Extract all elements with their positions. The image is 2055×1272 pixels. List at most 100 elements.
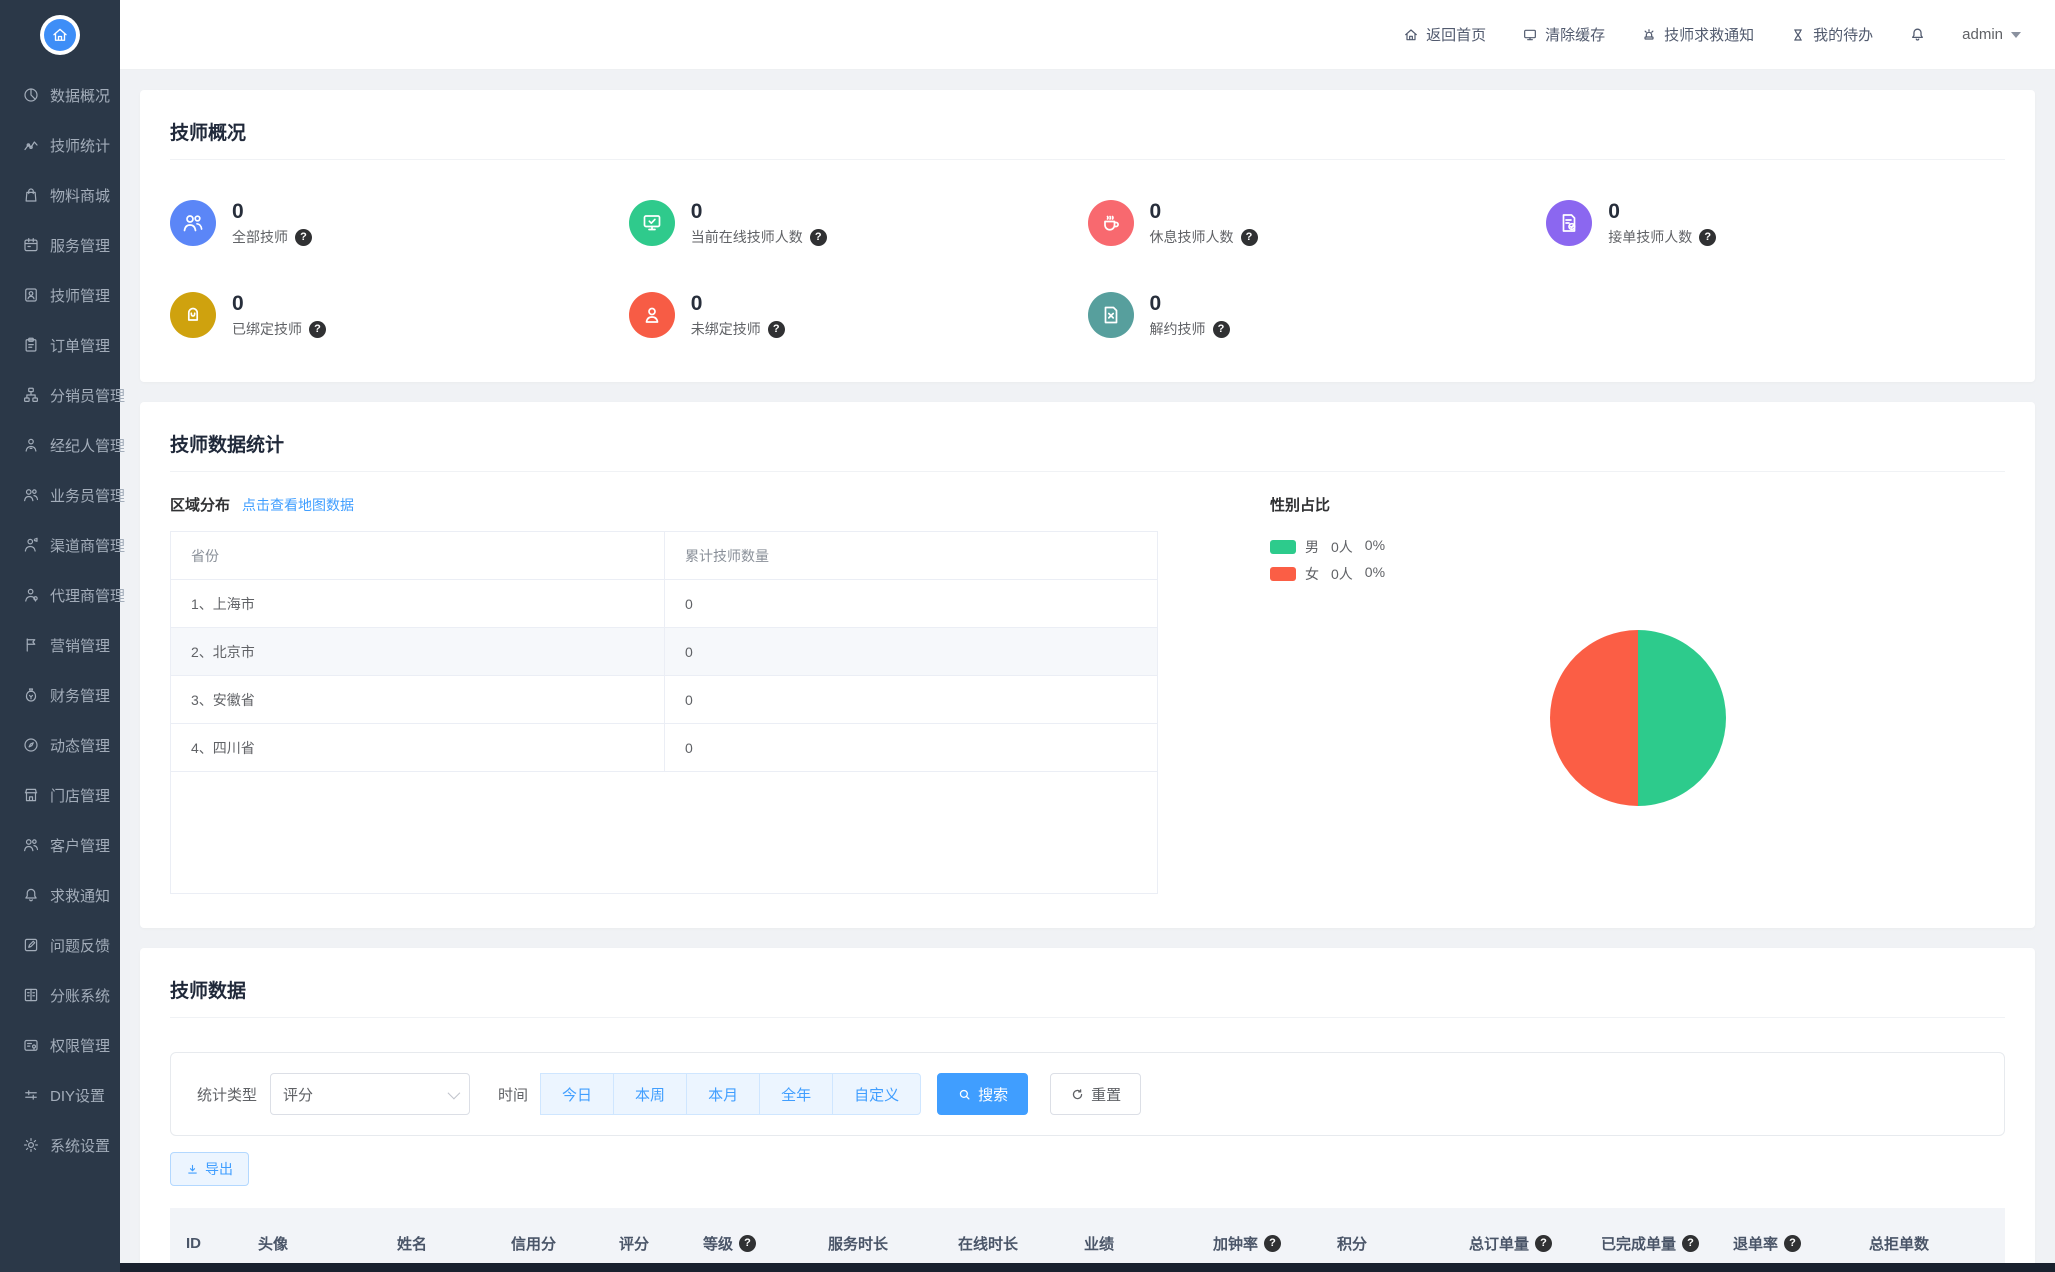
sidebar-item[interactable]: 营销管理: [0, 620, 120, 670]
help-icon[interactable]: ?: [1212, 320, 1230, 338]
time-option-button[interactable]: 本月: [686, 1073, 761, 1115]
sidebar-item[interactable]: 技师管理: [0, 270, 120, 320]
legend-item[interactable]: 女 0人 0%: [1270, 564, 2005, 584]
card-title: 技师概况: [170, 123, 247, 144]
legend-count: 0人: [1331, 539, 1353, 555]
app-logo[interactable]: [40, 15, 80, 55]
sidebar-item[interactable]: 经纪人管理: [0, 420, 125, 470]
sidebar-item[interactable]: 服务管理: [0, 220, 120, 270]
help-icon[interactable]: ?: [295, 228, 312, 246]
sidebar-item[interactable]: 权限管理: [0, 1020, 120, 1070]
province-cell: 3、安徽省: [171, 676, 664, 724]
sidebar-item[interactable]: 代理商管理: [0, 570, 125, 620]
ledger-icon: [24, 988, 38, 1002]
stat-value: 0: [232, 199, 244, 223]
sidebar-item[interactable]: 技师统计: [0, 120, 120, 170]
calendar-icon: [24, 238, 38, 252]
province-cell: 2、北京市: [171, 628, 664, 676]
notifications-button[interactable]: [1909, 26, 1926, 43]
export-button[interactable]: 导出: [170, 1152, 249, 1186]
sidebar-item[interactable]: 分账系统: [0, 970, 120, 1020]
stat-label: 休息技师人数: [1149, 229, 1234, 246]
province-cell: 1、上海市: [171, 580, 664, 628]
sidebar-item[interactable]: 求救通知: [0, 870, 120, 920]
column-header: 在线时长: [958, 1235, 1019, 1253]
region-table: 省份 累计技师数量 1、上海市 0 2、北京市 0 3、安徽省 0 4、四川省 …: [170, 531, 1158, 894]
sidebar-item[interactable]: 渠道商管理: [0, 520, 125, 570]
help-icon[interactable]: ?: [1240, 228, 1258, 246]
column-header: 加钟率 ?: [1213, 1233, 1337, 1254]
chevron-down-icon: [2011, 31, 2021, 38]
sidebar-item[interactable]: 订单管理: [0, 320, 120, 370]
sidebar-item[interactable]: 系统设置: [0, 1120, 120, 1170]
column-header: 评分: [619, 1235, 650, 1253]
search-button[interactable]: 搜索: [937, 1073, 1029, 1115]
table-row: 1、上海市 0: [171, 580, 1157, 628]
time-option-button[interactable]: 自定义: [832, 1073, 922, 1115]
username: admin: [1962, 26, 2003, 43]
header-link[interactable]: 返回首页: [1403, 24, 1486, 45]
sidebar-item[interactable]: DIY设置: [0, 1070, 120, 1120]
main-area: 返回首页 清除缓存 技师求救通知 我的待办 admin 技师概况 0 全部技师 …: [120, 0, 2055, 1272]
siren-icon: [1644, 28, 1654, 40]
sidebar-item[interactable]: 数据概况: [0, 70, 120, 120]
legend-swatch: [1270, 540, 1296, 554]
stat-value: 0: [1608, 199, 1620, 223]
sidebar-item-label: 动态管理: [50, 737, 111, 755]
sidebar-item[interactable]: 问题反馈: [0, 920, 120, 970]
time-option-button[interactable]: 今日: [540, 1073, 615, 1115]
sidebar-item[interactable]: 分销员管理: [0, 370, 125, 420]
legend-item[interactable]: 男 0人 0%: [1270, 537, 2005, 557]
header-link[interactable]: 技师求救通知: [1641, 24, 1754, 45]
sidebar-item[interactable]: 物料商城: [0, 170, 120, 220]
monitor-check-icon: [643, 215, 661, 231]
column-header: 积分: [1337, 1235, 1368, 1253]
help-icon[interactable]: ?: [809, 228, 827, 246]
sidebar-item-label: 代理商管理: [50, 587, 126, 605]
sidebar-item[interactable]: 门店管理: [0, 770, 120, 820]
legend-label: 男: [1305, 539, 1319, 555]
sidebar-item[interactable]: 业务员管理: [0, 470, 125, 520]
bottom-scrollbar[interactable]: [120, 1263, 2055, 1272]
view-map-link[interactable]: 点击查看地图数据: [242, 495, 354, 515]
help-icon[interactable]: ?: [1784, 1234, 1802, 1252]
sidebar-item[interactable]: 客户管理: [0, 820, 120, 870]
person-bound-icon: [187, 307, 199, 321]
count-cell: 0: [664, 628, 1157, 676]
header-link[interactable]: 我的待办: [1790, 24, 1873, 45]
table-header-cell: 累计技师数量: [664, 532, 1157, 580]
overview-card: 技师概况 0 全部技师 ? 0 当前在线技师人数 ? 0 休息技师人数 ? 0 …: [140, 90, 2035, 382]
help-icon[interactable]: ?: [1682, 1234, 1700, 1252]
help-icon[interactable]: ?: [1535, 1234, 1553, 1252]
column-header: 服务时长: [828, 1235, 889, 1253]
select-value: 评分: [283, 1086, 314, 1104]
user-menu[interactable]: admin: [1962, 26, 2021, 43]
people-icon: [24, 839, 39, 852]
help-icon[interactable]: ?: [1264, 1234, 1282, 1252]
sidebar-item[interactable]: 动态管理: [0, 720, 120, 770]
sidebar-item-label: 门店管理: [50, 787, 111, 805]
column-header: 头像: [258, 1235, 289, 1253]
finance-icon: [25, 688, 37, 702]
filter-bar: 统计类型 评分 时间 今日 本周 本月 全年 自定义 搜索 重置: [170, 1052, 2005, 1136]
stat-value: 0: [690, 199, 703, 223]
stat-item: 0 接单技师人数 ?: [1546, 190, 2005, 256]
help-icon[interactable]: ?: [739, 1234, 757, 1252]
sidebar-item[interactable]: 财务管理: [0, 670, 120, 720]
header-link[interactable]: 清除缓存: [1522, 24, 1605, 45]
stat-item: 0 全部技师 ?: [170, 190, 629, 256]
time-option-button[interactable]: 全年: [759, 1073, 834, 1115]
stat-type-select[interactable]: 评分: [270, 1073, 471, 1115]
help-icon[interactable]: ?: [1699, 228, 1717, 246]
person-unbound-icon: [645, 307, 659, 323]
column-header: ID: [186, 1234, 201, 1252]
stat-item: 0 已绑定技师 ?: [170, 282, 629, 348]
table-header-cell: 省份: [171, 532, 664, 580]
help-icon[interactable]: ?: [309, 320, 326, 338]
data-card: 技师数据 统计类型 评分 时间 今日 本周 本月 全年 自定义 搜索 重置 导出…: [140, 948, 2035, 1272]
help-icon[interactable]: ?: [767, 320, 785, 338]
reset-button[interactable]: 重置: [1050, 1073, 1142, 1115]
sidebar-item-label: 数据概况: [50, 87, 111, 105]
time-option-button[interactable]: 本周: [613, 1073, 688, 1115]
stats-grid: 0 全部技师 ? 0 当前在线技师人数 ? 0 休息技师人数 ? 0 接单技师人…: [170, 190, 2005, 348]
